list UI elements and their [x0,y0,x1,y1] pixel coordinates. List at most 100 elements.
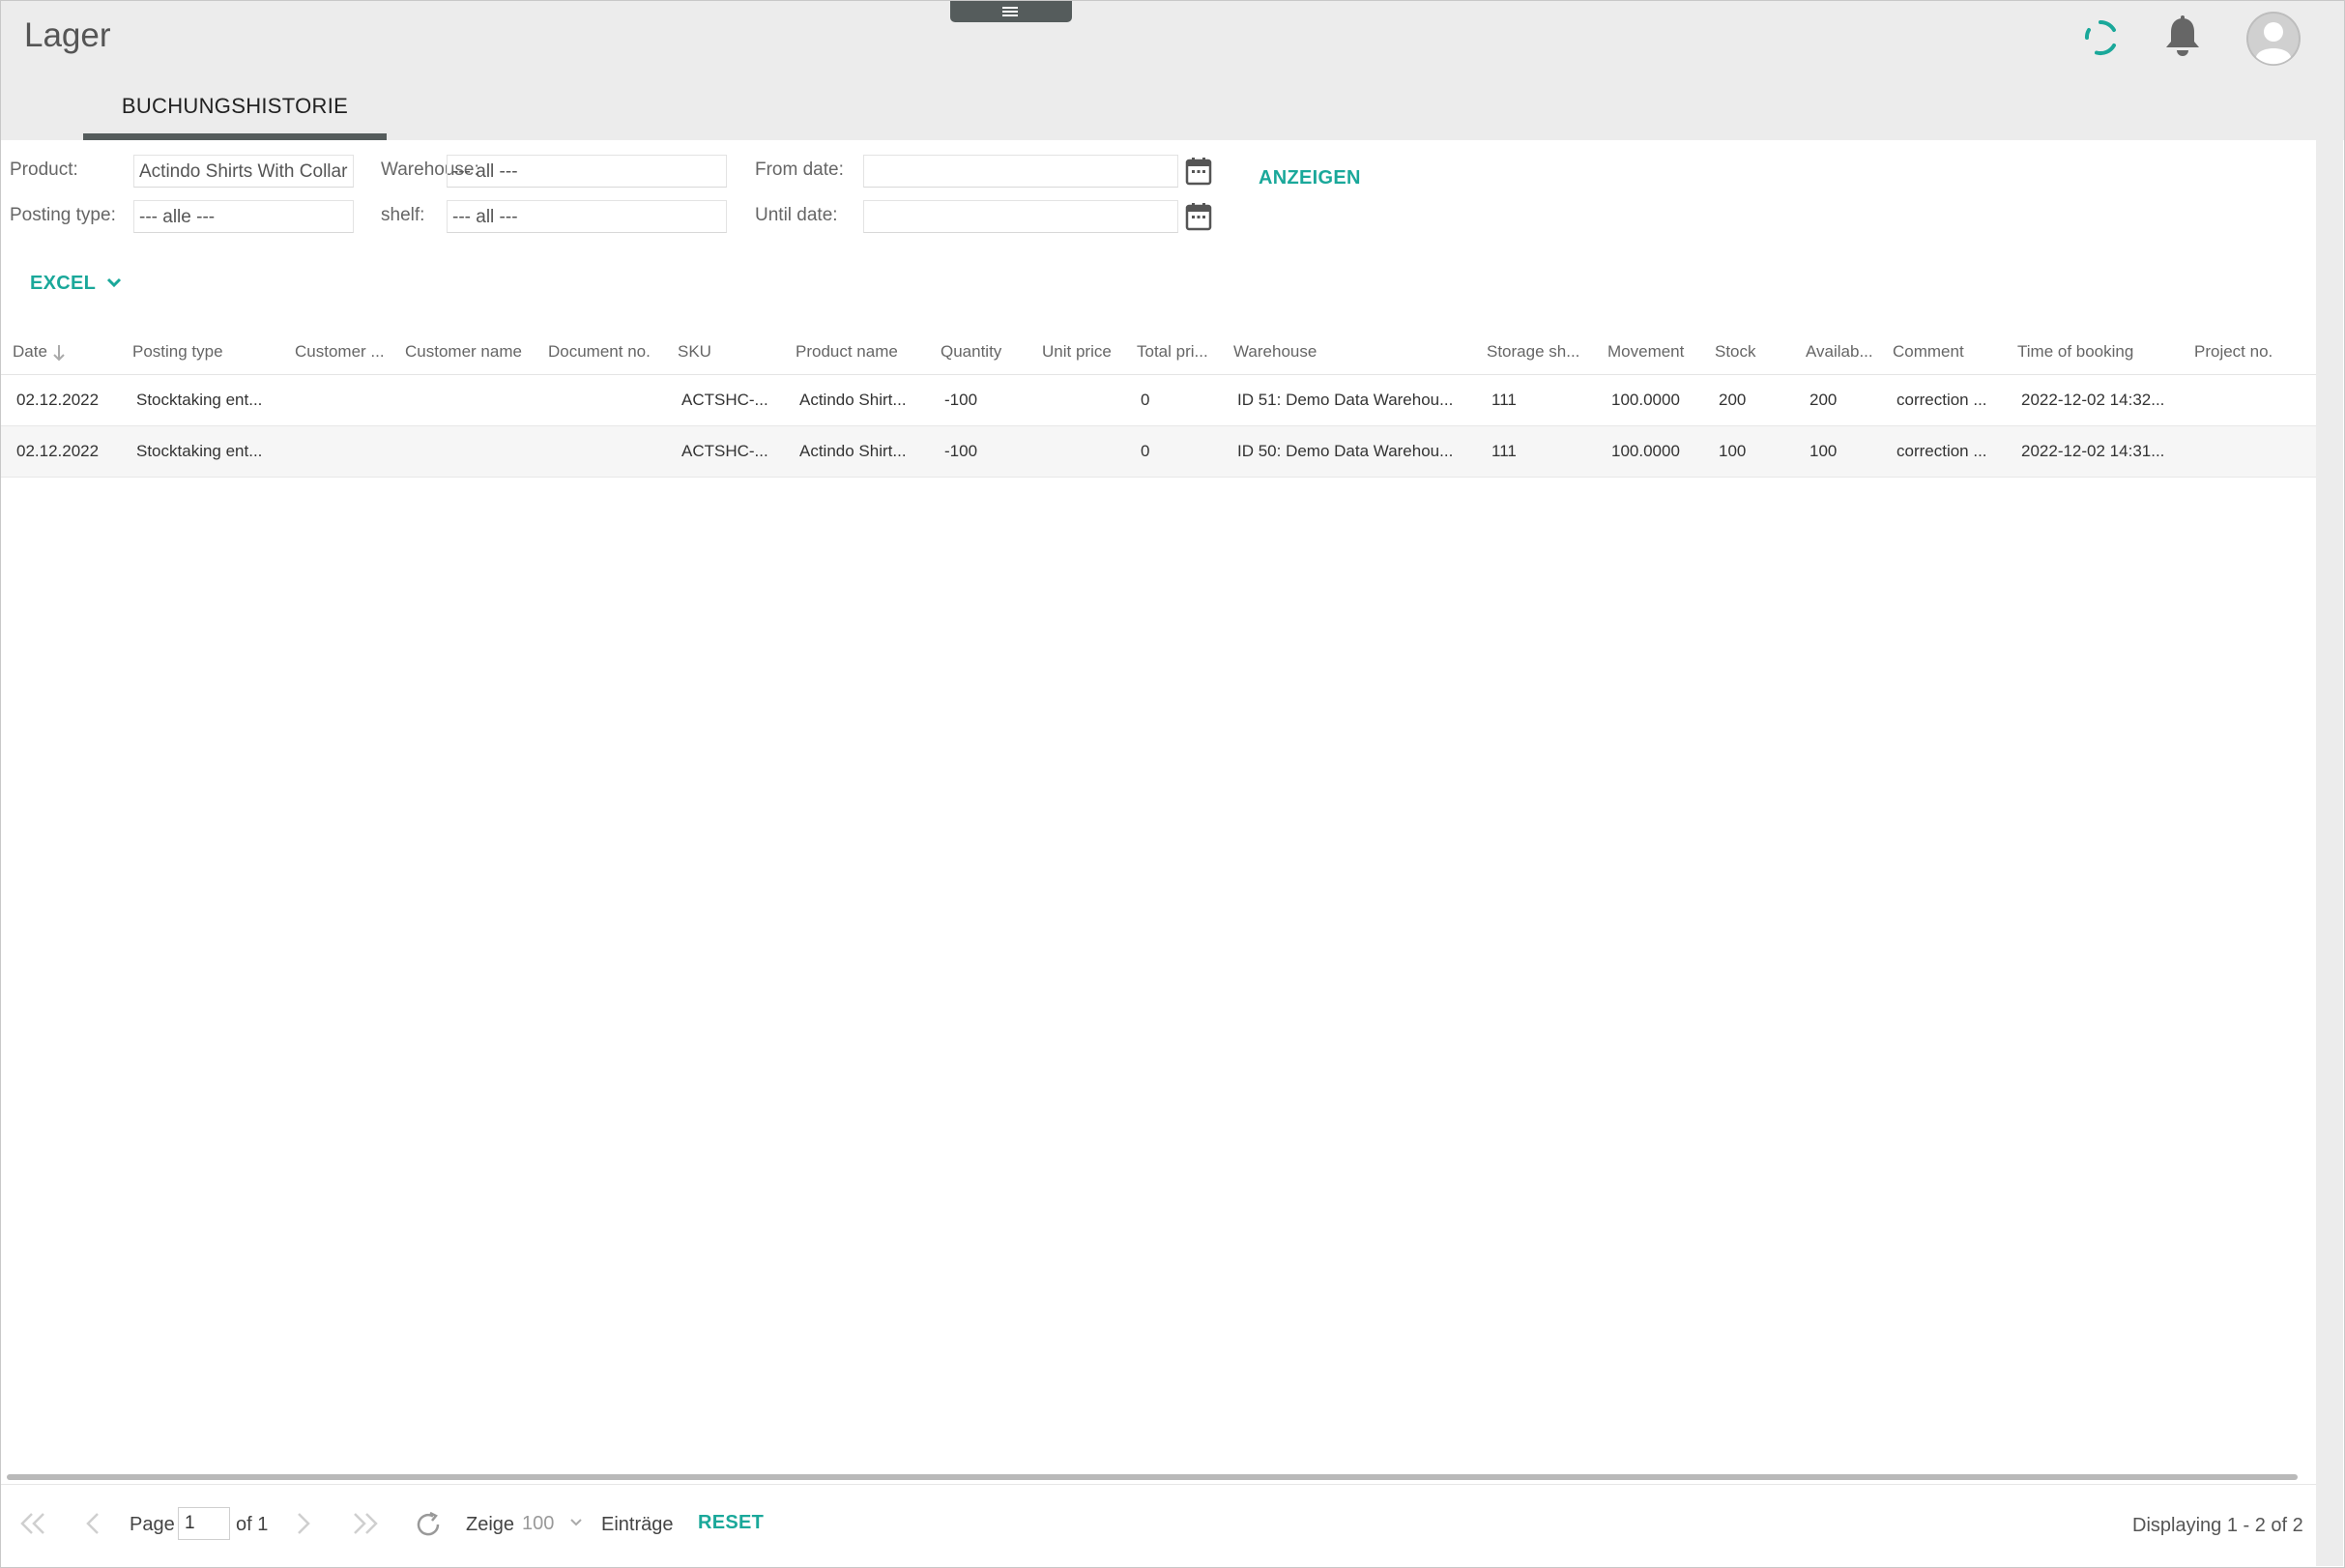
last-page-icon[interactable] [351,1511,380,1536]
app-title: Lager [24,16,111,54]
from-date-input[interactable] [863,155,1178,188]
column-header-stock[interactable]: Stock [1715,330,1792,374]
tab-label: BUCHUNGSHISTORIE [121,94,349,118]
from-date-label: From date: [755,160,844,180]
pager-divider [1,1484,2316,1485]
cell-warehouse: ID 51: Demo Data Warehou... [1237,391,1454,409]
cell-storage-shelf: 111 [1491,442,1517,460]
cell-product-name: Actindo Shirt... [799,391,907,409]
next-page-icon[interactable] [295,1511,312,1536]
cell-available: 200 [1809,391,1838,409]
table-row[interactable]: 02.12.2022 Stocktaking ent... ACTSHC-...… [1,375,2316,426]
cell-storage-shelf: 111 [1491,391,1517,409]
right-gutter [2316,140,2343,1566]
calendar-icon[interactable] [1185,202,1212,231]
cell-posting-type: Stocktaking ent... [136,442,263,460]
refresh-icon[interactable] [415,1511,444,1538]
cell-warehouse: ID 50: Demo Data Warehou... [1237,442,1454,460]
cell-total-price: 0 [1141,391,1150,409]
cell-available: 100 [1809,442,1838,460]
cell-posting-type: Stocktaking ent... [136,391,263,409]
reset-button[interactable]: RESET [698,1512,764,1534]
chevron-down-icon [106,277,121,288]
page-count-label: of 1 [236,1514,269,1535]
cell-stock: 200 [1719,391,1747,409]
page-number-input[interactable]: 1 [178,1507,230,1540]
column-header-document-no[interactable]: Document no. [548,330,668,374]
page-size-select[interactable]: 100 [522,1513,554,1535]
posting-type-combobox[interactable]: --- alle --- [133,200,354,233]
until-date-label: Until date: [755,205,838,225]
cell-product-name: Actindo Shirt... [799,442,907,460]
menu-toggle-button[interactable] [950,1,1072,22]
excel-label: EXCEL [30,273,96,294]
column-header-sku[interactable]: SKU [678,330,774,374]
calendar-icon[interactable] [1185,157,1212,186]
column-header-storage-shelf[interactable]: Storage sh... [1487,330,1593,374]
anzeigen-button[interactable]: ANZEIGEN [1259,167,1361,189]
cell-quantity: -100 [944,442,978,460]
column-header-warehouse[interactable]: Warehouse [1233,330,1475,374]
column-header-project-no[interactable]: Project no. [2194,330,2301,374]
cell-document-no [552,426,672,477]
active-tab-indicator [83,133,387,140]
cell-project-no [2198,426,2304,477]
warehouse-combobox[interactable]: --- all --- [447,155,727,188]
cell-time-of-booking: 2022-12-02 14:31... [2021,442,2165,460]
hamburger-icon [1002,7,1018,16]
grid-header: Date Posting type Customer ... Customer … [1,330,2316,375]
column-header-quantity[interactable]: Quantity [941,330,1028,374]
column-header-product-name[interactable]: Product name [796,330,931,374]
cell-movement: 100.0000 [1611,391,1680,409]
product-combobox[interactable]: Actindo Shirts With Collar [133,155,354,188]
excel-button[interactable]: EXCEL [30,273,123,295]
table-row[interactable]: 02.12.2022 Stocktaking ent... ACTSHC-...… [1,426,2316,478]
column-header-unit-price[interactable]: Unit price [1042,330,1129,374]
cell-customer-no [299,375,395,425]
product-label: Product: [10,160,78,180]
cell-customer-no [299,426,395,477]
cell-customer-name [409,426,544,477]
horizontal-scrollbar[interactable] [7,1474,2298,1480]
cell-comment: correction ... [1896,391,1987,409]
cell-quantity: -100 [944,391,978,409]
cell-sku: ACTSHC-... [681,442,768,460]
column-header-customer-no[interactable]: Customer ... [295,330,391,374]
column-header-customer-name[interactable]: Customer name [405,330,540,374]
until-date-input[interactable] [863,200,1178,233]
main-content: Product: Actindo Shirts With Collar Ware… [1,140,2316,1566]
app-header: Lager BUCHUNGSHISTORIE [1,1,2344,140]
column-header-time-of-booking[interactable]: Time of booking [2017,330,2182,374]
cell-stock: 100 [1719,442,1747,460]
column-header-date[interactable]: Date [13,330,78,374]
previous-page-icon[interactable] [84,1511,101,1536]
loading-spinner-icon [2084,19,2116,55]
column-header-available[interactable]: Availab... [1806,330,1883,374]
user-icon [2246,12,2301,66]
cell-movement: 100.0000 [1611,442,1680,460]
shelf-combobox[interactable]: --- all --- [447,200,727,233]
column-header-comment[interactable]: Comment [1893,330,1999,374]
notification-bell-icon[interactable] [2162,15,2203,59]
cell-document-no [552,375,672,425]
shelf-label: shelf: [381,205,425,225]
column-header-total-price[interactable]: Total pri... [1137,330,1224,374]
cell-comment: correction ... [1896,442,1987,460]
sort-descending-icon [52,344,65,361]
entries-label: Einträge [601,1514,674,1535]
cell-project-no [2198,375,2304,425]
column-header-movement[interactable]: Movement [1607,330,1714,374]
posting-type-label: Posting type: [10,205,116,225]
cell-unit-price [1046,375,1133,425]
chevron-down-icon[interactable] [569,1518,583,1527]
cell-date: 02.12.2022 [16,442,100,460]
tab-buchungshistorie[interactable]: BUCHUNGSHISTORIE [83,78,387,140]
cell-unit-price [1046,426,1133,477]
column-header-posting-type[interactable]: Posting type [132,330,277,374]
cell-customer-name [409,375,544,425]
first-page-icon[interactable] [18,1511,47,1536]
show-label: Zeige [466,1514,515,1535]
cell-total-price: 0 [1141,442,1150,460]
paging-summary: Displaying 1 - 2 of 2 [2132,1515,2303,1536]
user-avatar[interactable] [2246,12,2301,66]
